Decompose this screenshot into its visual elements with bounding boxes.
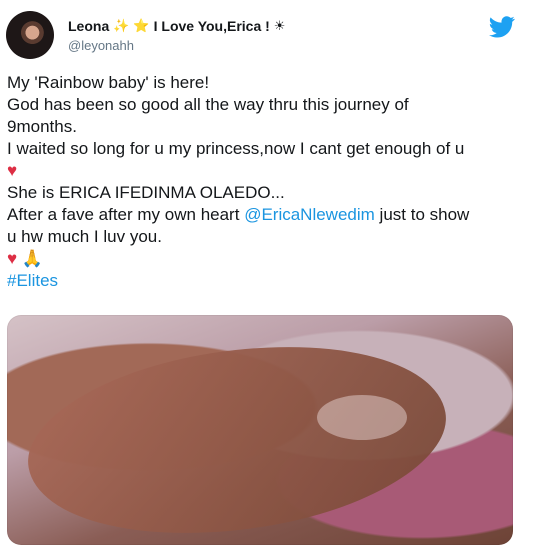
star-icon: ⭐ (133, 18, 150, 33)
heart-icon: ♥ (7, 161, 18, 180)
user-name-row[interactable]: Leona ✨ ⭐ I Love You,Erica ! ☀ (68, 18, 285, 34)
folded-hands-icon: 🙏 (21, 249, 43, 268)
tweet-body: My 'Rainbow baby' is here! God has been … (7, 72, 527, 292)
tweet-line-6-text: After a fave after my own heart (7, 205, 240, 224)
mention-link[interactable]: @EricaNlewedim (244, 205, 375, 224)
heart-icon: ♥ (7, 249, 18, 268)
tweet-line-3: 9months. (7, 117, 77, 136)
tweet-line-7: u hw much I luv you. (7, 227, 162, 246)
twitter-bird-icon[interactable] (489, 16, 515, 38)
tweet-photo[interactable] (7, 315, 513, 545)
tweet-line-6-suffix: just to show (379, 205, 470, 224)
tweet-card: Leona ✨ ⭐ I Love You,Erica ! ☀ @leyonahh… (0, 0, 536, 545)
display-name[interactable]: Leona (68, 18, 109, 34)
tweet-line-1: My 'Rainbow baby' is here! (7, 73, 210, 92)
tweet-line-5: She is ERICA IFEDINMA OLAEDO... (7, 183, 285, 202)
sun-icon: ☀ (273, 18, 286, 33)
user-handle[interactable]: @leyonahh (68, 38, 134, 53)
emoji-row: ♥ 🙏 (7, 248, 527, 270)
avatar[interactable] (6, 11, 54, 59)
tweet-line-6: After a fave after my own heart @EricaNl… (7, 204, 527, 226)
user-title[interactable]: I Love You,Erica ! (154, 18, 270, 34)
sparkle-icon: ✨ (113, 18, 130, 33)
hashtag-link[interactable]: #Elites (7, 270, 527, 292)
tweet-line-4: I waited so long for u my princess,now I… (7, 139, 465, 158)
tweet-line-2: God has been so good all the way thru th… (7, 95, 409, 114)
